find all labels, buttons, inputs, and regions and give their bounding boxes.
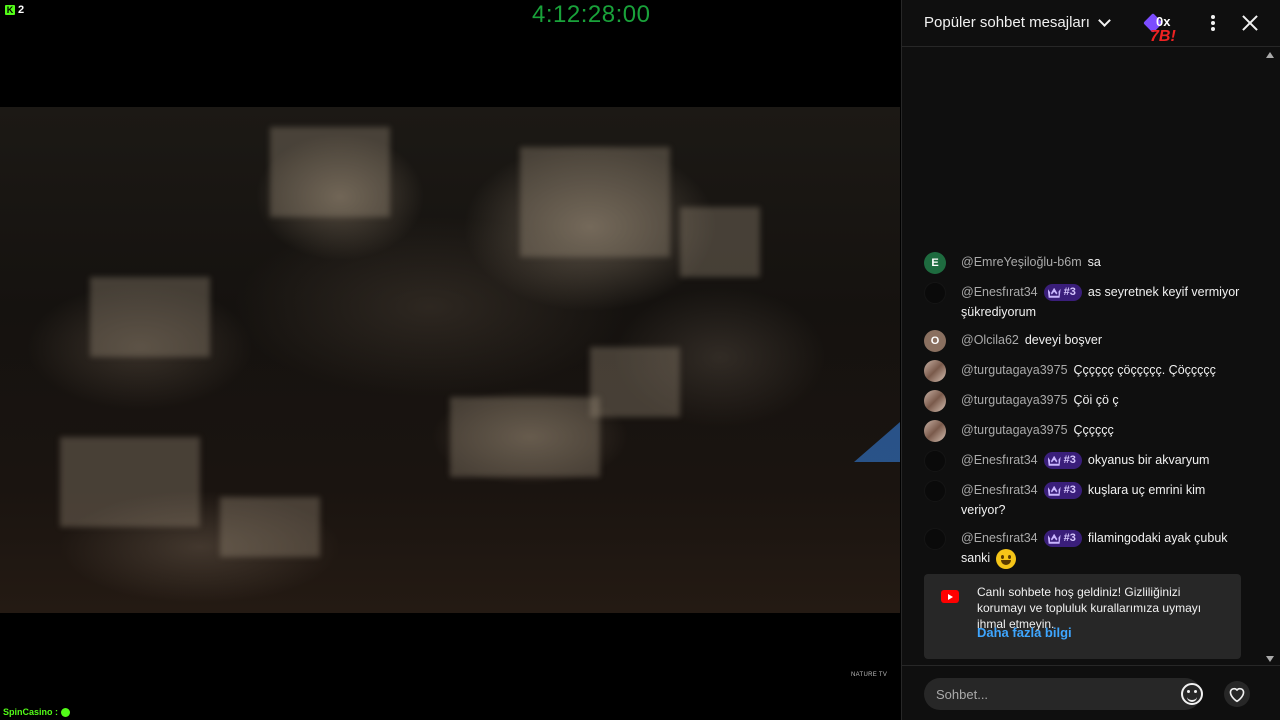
message-text: deveyi boşver bbox=[1024, 333, 1102, 347]
avatar[interactable] bbox=[924, 390, 946, 412]
video-player[interactable]: K 2 4:12:28:00 NATURE TV SpinCasino : bbox=[0, 0, 900, 720]
overlay-text-red: 7B! bbox=[1150, 28, 1176, 45]
crown-icon bbox=[1048, 534, 1061, 544]
message-body: @turgutagaya3975 Çççççç bbox=[961, 420, 1244, 440]
message-text: sa bbox=[1087, 255, 1101, 269]
message-author[interactable]: @Enesfırat34 bbox=[961, 483, 1038, 497]
kick-logo-icon: K bbox=[5, 5, 15, 15]
message-body: @turgutagaya3975 Çöi çö ç bbox=[961, 390, 1244, 410]
chat-mode-label: Popüler sohbet mesajları bbox=[924, 14, 1090, 31]
cave-rock bbox=[220, 497, 320, 557]
message-body: @Enesfırat34 #3 filamingodaki ayak çubuk s… bbox=[961, 528, 1244, 569]
crown-icon bbox=[1048, 288, 1061, 298]
crown-icon bbox=[1048, 486, 1061, 496]
chat-message[interactable]: @Enesfırat34 #3 okyanus bir akvaryum bbox=[924, 450, 1244, 480]
chevron-down-icon bbox=[1098, 13, 1111, 27]
kick-viewer-count: 2 bbox=[18, 4, 25, 16]
cave-rock bbox=[520, 147, 670, 257]
cave-rock bbox=[590, 347, 680, 417]
heart-reaction-button[interactable] bbox=[1224, 681, 1250, 707]
chat-message[interactable]: @Enesfırat34 #3 as seyretnek keyif vermiyo… bbox=[924, 282, 1244, 330]
chat-input[interactable] bbox=[924, 678, 1201, 710]
blue-tent-shape bbox=[854, 422, 900, 462]
sponsor-text: SpinCasino : bbox=[3, 707, 59, 717]
message-text: Çççççç bbox=[1073, 423, 1114, 437]
chat-message[interactable]: E @EmreYeşiloğlu-b6m sa bbox=[924, 252, 1244, 282]
avatar[interactable] bbox=[924, 528, 946, 550]
chat-message[interactable]: @turgutagaya3975 Çöi çö ç bbox=[924, 390, 1244, 420]
chat-message[interactable]: @Enesfırat34 #3 filamingodaki ayak çubuk s… bbox=[924, 528, 1244, 577]
badge-rank: #3 bbox=[1063, 484, 1076, 497]
chat-message[interactable]: @Enesfırat34 #3 kuşlara uç emrini kim veri… bbox=[924, 480, 1244, 528]
streamer-overlay-logo: 0x 7B! bbox=[1140, 10, 1204, 46]
message-body: @EmreYeşiloğlu-b6m sa bbox=[961, 252, 1244, 272]
avatar[interactable]: E bbox=[924, 252, 946, 274]
kick-viewer-badge: K 2 bbox=[5, 4, 24, 16]
chat-message[interactable]: @turgutagaya3975 Çççççç bbox=[924, 420, 1244, 450]
chat-mode-dropdown[interactable]: Popüler sohbet mesajları bbox=[924, 13, 1111, 31]
learn-more-link[interactable]: Daha fazla bilgi bbox=[977, 625, 1072, 640]
crown-icon bbox=[1048, 456, 1061, 466]
message-body: @turgutagaya3975 Çççççç çöççççç. Çöççççç bbox=[961, 360, 1244, 380]
member-rank-badge: #3 bbox=[1043, 284, 1082, 302]
avatar[interactable] bbox=[924, 360, 946, 382]
message-author[interactable]: @turgutagaya3975 bbox=[961, 363, 1068, 377]
sponsor-icon bbox=[61, 707, 71, 717]
channel-watermark: NATURE TV bbox=[851, 672, 888, 678]
emoji-picker-icon[interactable] bbox=[1181, 683, 1203, 705]
close-icon[interactable] bbox=[1241, 14, 1259, 32]
welcome-notice: Canlı sohbete hoş geldiniz! Gizliliğiniz… bbox=[924, 574, 1241, 659]
message-text: okyanus bir akvaryum bbox=[1087, 453, 1210, 467]
message-author[interactable]: @Olcila62 bbox=[961, 333, 1019, 347]
badge-rank: #3 bbox=[1063, 532, 1076, 545]
message-author[interactable]: @turgutagaya3975 bbox=[961, 393, 1068, 407]
chat-message-list: E @EmreYeşiloğlu-b6m sa @Enesfırat34 #3 as se… bbox=[924, 252, 1244, 577]
avatar[interactable] bbox=[924, 420, 946, 442]
message-author[interactable]: @Enesfırat34 bbox=[961, 531, 1038, 545]
cave-rock bbox=[90, 277, 210, 357]
scroll-up-arrow-icon[interactable] bbox=[1266, 52, 1274, 58]
chat-input-bar bbox=[902, 665, 1280, 720]
more-options-icon[interactable] bbox=[1206, 13, 1220, 33]
grinning-face-emoji-icon bbox=[995, 548, 1016, 569]
heart-icon bbox=[1229, 687, 1245, 703]
message-body: @Enesfırat34 #3 okyanus bir akvaryum bbox=[961, 450, 1244, 470]
member-rank-badge: #3 bbox=[1043, 452, 1082, 470]
chat-message[interactable]: O @Olcila62 deveyi boşver bbox=[924, 330, 1244, 360]
message-author[interactable]: @Enesfırat34 bbox=[961, 453, 1038, 467]
message-body: @Enesfırat34 #3 kuşlara uç emrini kim veri… bbox=[961, 480, 1244, 520]
video-frame-cave-scene bbox=[0, 107, 900, 613]
overlay-text: 0x bbox=[1156, 14, 1171, 29]
cave-rock bbox=[680, 207, 760, 277]
chat-message[interactable]: @turgutagaya3975 Çççççç çöççççç. Çöççççç bbox=[924, 360, 1244, 390]
member-rank-badge: #3 bbox=[1043, 482, 1082, 500]
message-body: @Enesfırat34 #3 as seyretnek keyif vermiyo… bbox=[961, 282, 1244, 322]
scroll-down-arrow-icon[interactable] bbox=[1266, 656, 1274, 662]
badge-rank: #3 bbox=[1063, 286, 1076, 299]
message-text: Çöi çö ç bbox=[1073, 393, 1119, 407]
cave-rock bbox=[60, 437, 200, 527]
member-rank-badge: #3 bbox=[1043, 530, 1082, 548]
cave-rock bbox=[270, 127, 390, 217]
message-text: Çççççç çöççççç. Çöççççç bbox=[1073, 363, 1216, 377]
message-author[interactable]: @turgutagaya3975 bbox=[961, 423, 1068, 437]
chat-header: Popüler sohbet mesajları 0x 7B! bbox=[902, 0, 1280, 47]
message-author[interactable]: @Enesfırat34 bbox=[961, 285, 1038, 299]
avatar[interactable] bbox=[924, 480, 946, 502]
message-author[interactable]: @EmreYeşiloğlu-b6m bbox=[961, 255, 1082, 269]
message-body: @Olcila62 deveyi boşver bbox=[961, 330, 1244, 350]
avatar[interactable] bbox=[924, 282, 946, 304]
badge-rank: #3 bbox=[1063, 454, 1076, 467]
stream-timer: 4:12:28:00 bbox=[532, 1, 651, 28]
sponsor-label: SpinCasino : bbox=[3, 707, 71, 717]
avatar[interactable]: O bbox=[924, 330, 946, 352]
youtube-icon bbox=[941, 590, 959, 603]
live-chat-panel: Popüler sohbet mesajları 0x 7B! E @EmreYe… bbox=[901, 0, 1280, 720]
avatar[interactable] bbox=[924, 450, 946, 472]
cave-rock bbox=[450, 397, 600, 477]
